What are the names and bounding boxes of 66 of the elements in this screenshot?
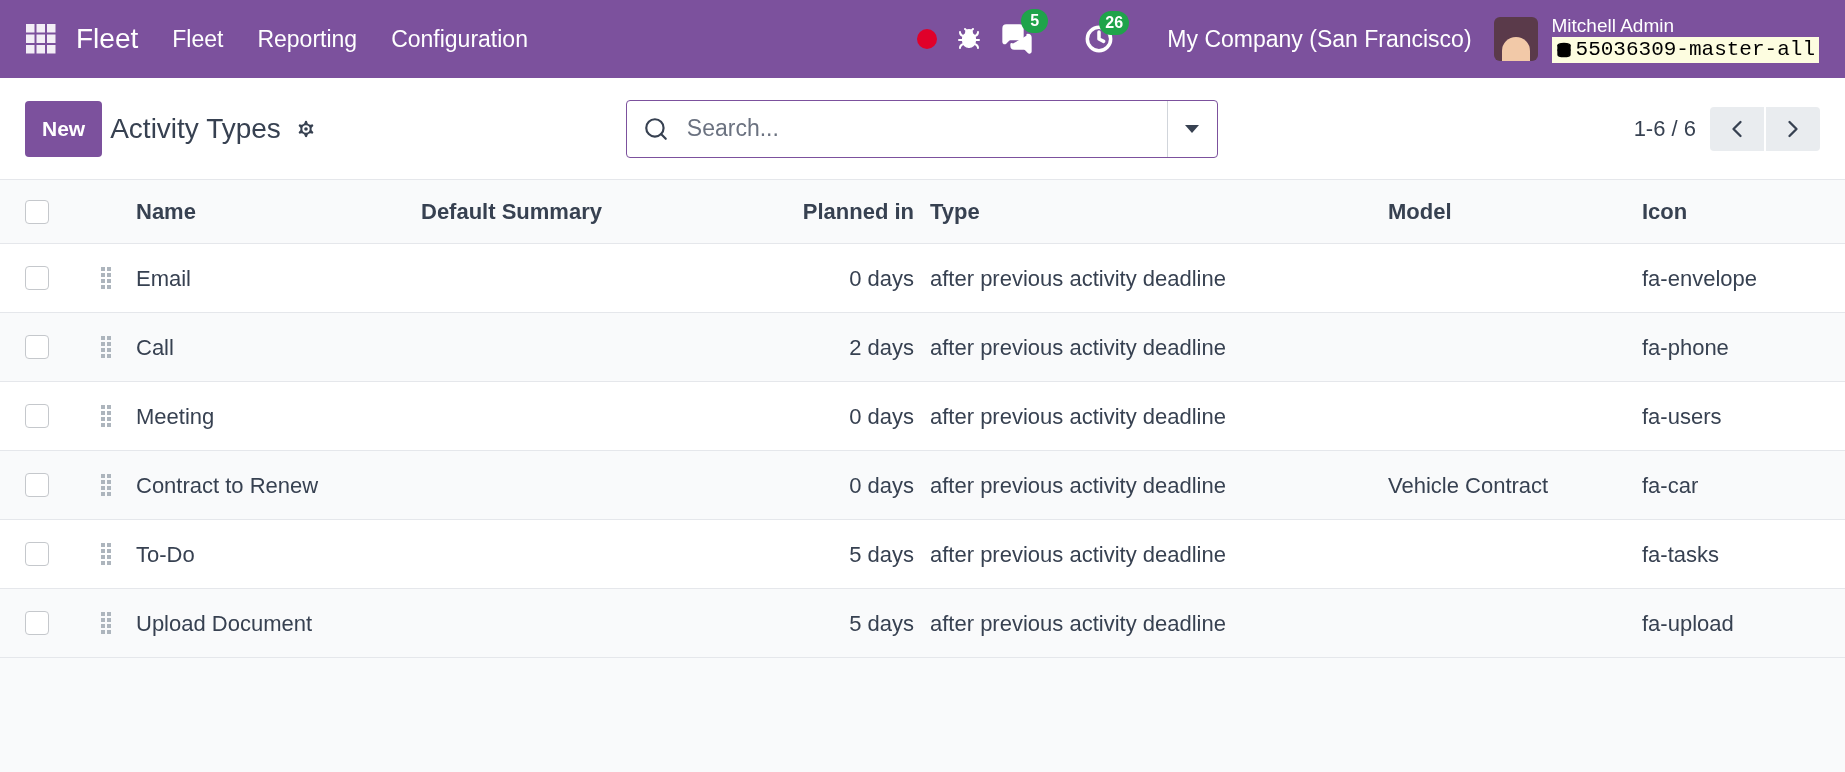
- column-header[interactable]: Default Summary: [421, 195, 760, 228]
- table-cell-text: after previous activity deadline: [930, 264, 1227, 293]
- table-cell-text: fa-phone: [1642, 333, 1730, 362]
- avatar[interactable]: [1493, 17, 1538, 61]
- table-cell-text: after previous activity deadline: [930, 471, 1227, 500]
- column-header[interactable]: Model: [1388, 195, 1642, 228]
- table-cell-text: 2 days: [849, 333, 915, 362]
- table-cell-text: 5 days: [849, 540, 915, 569]
- table-cell-text: Email: [136, 264, 192, 293]
- message-count-badge: 5: [1021, 9, 1049, 33]
- row-checkbox[interactable]: [25, 199, 49, 224]
- table-cell-text: fa-tasks: [1642, 540, 1721, 569]
- search-input[interactable]: Search...: [686, 111, 1167, 146]
- column-header[interactable]: Name: [136, 195, 421, 228]
- menu-item[interactable]: Configuration: [391, 21, 528, 57]
- search-icon: [642, 115, 669, 142]
- table-cell-text: Call: [136, 333, 175, 362]
- company-name[interactable]: My Company (San Francisco): [1167, 21, 1472, 57]
- row-checkbox[interactable]: [25, 404, 49, 428]
- table-cell-text: 0 days: [849, 402, 915, 431]
- table-cell-text: To-Do: [136, 540, 196, 569]
- menu-item[interactable]: Reporting: [257, 21, 358, 57]
- pager-value: 1-6 / 6: [1633, 115, 1696, 143]
- column-header[interactable]: Icon: [1642, 195, 1845, 228]
- next-page-button[interactable]: [1766, 106, 1820, 151]
- dropdown-caret-icon[interactable]: [1185, 124, 1200, 133]
- table-cell-text: 0 days: [849, 264, 915, 293]
- drag-handle-icon[interactable]: [101, 543, 111, 565]
- row-checkbox[interactable]: [25, 266, 49, 290]
- menu-item[interactable]: Fleet: [172, 21, 224, 57]
- row-checkbox[interactable]: [25, 611, 49, 635]
- user-name[interactable]: Mitchell Admin: [1551, 15, 1675, 37]
- app-name[interactable]: Fleet: [76, 18, 139, 60]
- table-cell-text: after previous activity deadline: [930, 333, 1227, 362]
- table-cell-text: after previous activity deadline: [930, 402, 1227, 431]
- table-cell-text: Upload Document: [136, 609, 314, 638]
- drag-handle-icon[interactable]: [101, 612, 111, 634]
- debug-bug-icon[interactable]: [957, 27, 982, 51]
- column-header[interactable]: Type: [930, 195, 1388, 228]
- drag-handle-icon[interactable]: [101, 267, 111, 289]
- column-header[interactable]: Planned in: [802, 195, 930, 228]
- table-cell-text: after previous activity deadline: [930, 540, 1227, 569]
- new-button[interactable]: New: [25, 100, 103, 157]
- row-checkbox[interactable]: [25, 542, 49, 566]
- database-icon: [1555, 42, 1572, 58]
- table-cell-text: fa-car: [1642, 471, 1700, 500]
- table-cell-text: fa-upload: [1642, 609, 1735, 638]
- table-cell-text: 0 days: [849, 471, 915, 500]
- drag-handle-icon[interactable]: [101, 474, 111, 496]
- drag-handle-icon[interactable]: [101, 336, 111, 358]
- table-cell-text: Meeting: [136, 402, 216, 431]
- table-cell-text: 5 days: [849, 609, 915, 638]
- table-cell-text: Contract to Renew: [136, 471, 320, 500]
- table-cell-text: Vehicle Contract: [1388, 471, 1550, 500]
- page-title: Activity Types: [110, 111, 281, 146]
- row-checkbox[interactable]: [25, 473, 49, 497]
- search-field[interactable]: Search...: [625, 99, 1218, 158]
- table-cell-text: fa-users: [1642, 402, 1723, 431]
- database-badge: 55036309-master-all: [1551, 37, 1819, 63]
- previous-page-button[interactable]: [1710, 106, 1764, 151]
- activity-count-badge: 26: [1099, 11, 1130, 35]
- table-cell-text: fa-envelope: [1642, 264, 1758, 293]
- row-checkbox[interactable]: [25, 335, 49, 359]
- table-cell-text: after previous activity deadline: [930, 609, 1227, 638]
- apps-grid-icon[interactable]: [26, 24, 56, 54]
- drag-handle-icon[interactable]: [101, 405, 111, 427]
